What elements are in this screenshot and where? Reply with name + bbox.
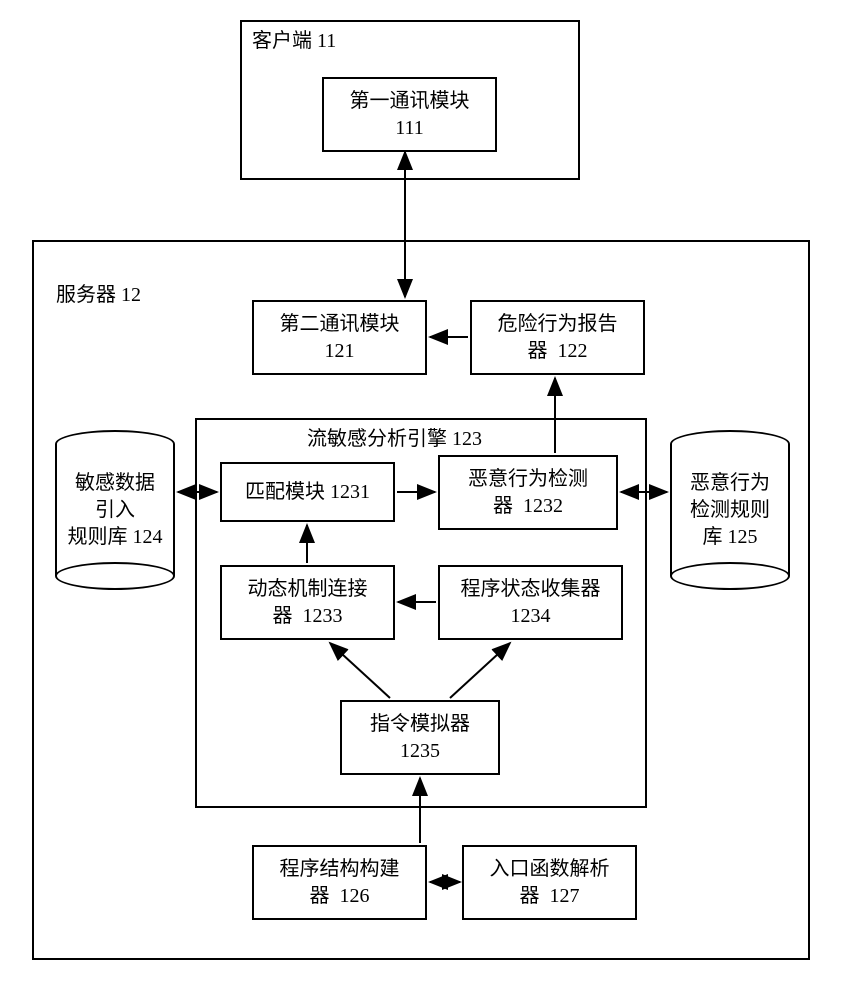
dynamic-linker: 动态机制连接 器 1233 <box>220 565 395 640</box>
match-module: 匹配模块 1231 <box>220 462 395 522</box>
client-title: 客户端 11 <box>252 28 336 55</box>
sensitive-data-db: 敏感数据 引入 规则库 124 <box>55 430 175 590</box>
server-title: 服务器 12 <box>56 282 141 309</box>
comm-module-1: 第一通讯模块 111 <box>322 77 497 152</box>
danger-reporter: 危险行为报告 器 122 <box>470 300 645 375</box>
client-container: 客户端 11 第一通讯模块 111 <box>240 20 580 180</box>
entry-parser: 入口函数解析 器 127 <box>462 845 637 920</box>
instruction-simulator: 指令模拟器 1235 <box>340 700 500 775</box>
diagram-canvas: 客户端 11 第一通讯模块 111 服务器 12 第二通讯模块 121 危险行为… <box>0 0 842 1000</box>
malicious-rules-db: 恶意行为 检测规则 库 125 <box>670 430 790 590</box>
program-builder: 程序结构构建 器 126 <box>252 845 427 920</box>
state-collector: 程序状态收集器 1234 <box>438 565 623 640</box>
engine-title: 流敏感分析引擎 123 <box>307 426 482 453</box>
malicious-detector: 恶意行为检测 器 1232 <box>438 455 618 530</box>
comm-module-2: 第二通讯模块 121 <box>252 300 427 375</box>
